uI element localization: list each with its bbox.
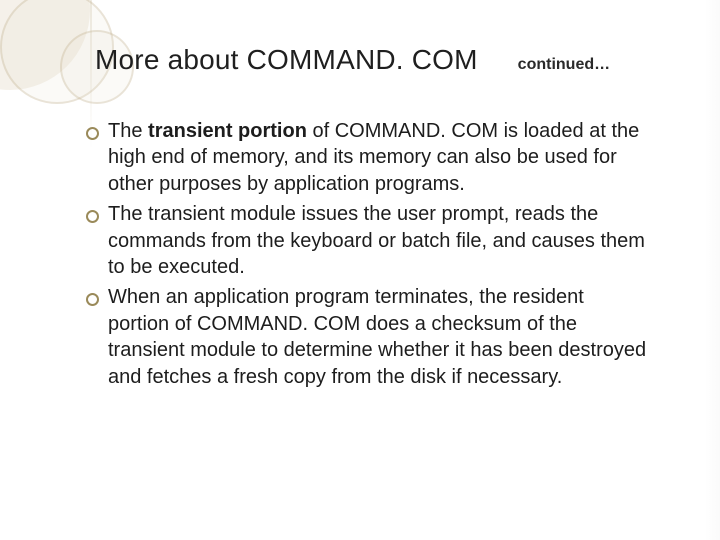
bullet-text-pre: The: [108, 120, 148, 142]
slide-body: The transient portion of COMMAND. COM is…: [80, 118, 650, 394]
title-row: More about COMMAND. COM continued…: [95, 44, 660, 76]
slide: More about COMMAND. COM continued… The t…: [0, 0, 720, 540]
deco-circle: [0, 0, 90, 90]
list-item: The transient portion of COMMAND. COM is…: [80, 118, 650, 197]
slide-title: More about COMMAND. COM: [95, 44, 478, 76]
bullet-text: When an application program terminates, …: [108, 286, 646, 387]
list-item: When an application program terminates, …: [80, 284, 650, 390]
continued-label: continued…: [518, 56, 610, 74]
list-item: The transient module issues the user pro…: [80, 201, 650, 280]
bullet-list: The transient portion of COMMAND. COM is…: [80, 118, 650, 390]
bullet-text: The transient module issues the user pro…: [108, 203, 645, 278]
bullet-text-bold: transient portion: [148, 120, 307, 142]
right-edge-accent: [704, 0, 720, 540]
